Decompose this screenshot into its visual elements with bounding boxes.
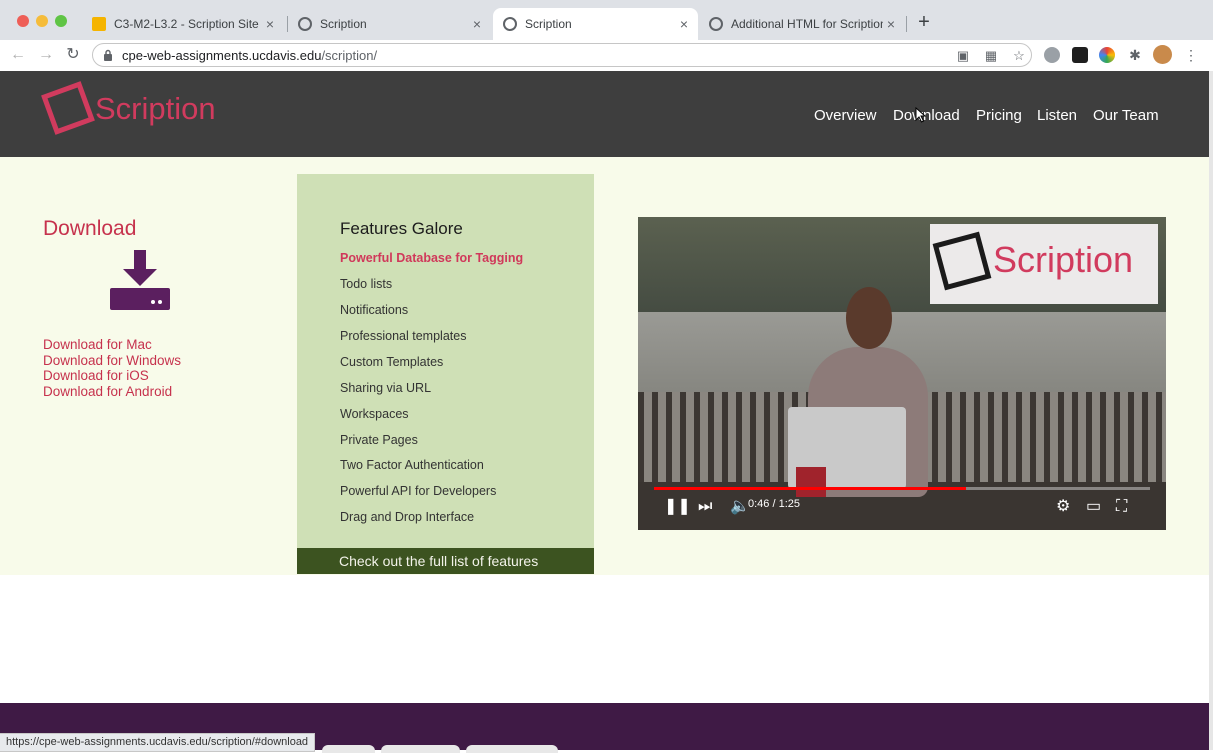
volume-icon[interactable]: 🔈 xyxy=(730,497,750,517)
menu-icon[interactable]: ⋮ xyxy=(1183,47,1199,63)
download-android-link[interactable]: Download for Android xyxy=(43,384,172,399)
close-icon[interactable]: × xyxy=(883,16,899,32)
color-picker-icon[interactable] xyxy=(1099,47,1115,63)
url-text: cpe-web-assignments.ucdavis.edu/scriptio… xyxy=(122,48,377,63)
url-host: cpe-web-assignments.ucdavis.edu xyxy=(122,48,322,63)
globe-icon xyxy=(709,17,723,31)
feature-item: Two Factor Authentication xyxy=(340,458,484,472)
qr-code-icon[interactable]: ▦ xyxy=(983,48,999,64)
tab-title: C3-M2-L3.2 - Scription Site - xyxy=(114,17,262,31)
notion-icon[interactable] xyxy=(1072,47,1088,63)
feature-item: Todo lists xyxy=(340,277,393,291)
close-window-button[interactable] xyxy=(17,15,29,27)
download-ios-link[interactable]: Download for iOS xyxy=(43,368,149,383)
features-title: Features Galore xyxy=(340,219,463,238)
browser-tab-bar: C3-M2-L3.2 - Scription Site - × Scriptio… xyxy=(0,0,1213,40)
extension-icon[interactable] xyxy=(1044,47,1060,63)
feature-item: Notifications xyxy=(340,303,409,317)
footer-tab[interactable] xyxy=(381,745,460,753)
nav-overview[interactable]: Overview xyxy=(814,107,877,124)
theater-mode-icon[interactable]: ▭ xyxy=(1086,497,1101,517)
minimize-window-button[interactable] xyxy=(36,15,48,27)
site-header: Scription Overview Download Pricing List… xyxy=(0,71,1209,158)
feature-item: Powerful API for Developers xyxy=(340,484,497,498)
back-button[interactable]: ← xyxy=(8,45,28,65)
feature-item: Custom Templates xyxy=(340,355,444,369)
feature-item: Powerful Database for Tagging xyxy=(340,251,524,265)
close-icon[interactable]: × xyxy=(262,16,278,32)
footer-tab[interactable] xyxy=(466,745,558,753)
next-icon[interactable]: ⏭ xyxy=(698,497,712,517)
status-bar-url: https://cpe-web-assignments.ucdavis.edu/… xyxy=(0,733,316,752)
close-icon[interactable]: × xyxy=(469,16,485,32)
browser-tab-4[interactable]: Additional HTML for Scription × xyxy=(699,8,905,40)
feature-item: Private Pages xyxy=(340,433,418,447)
forward-button[interactable]: → xyxy=(36,45,56,65)
browser-tab-2[interactable]: Scription × xyxy=(288,8,491,40)
cast-icon[interactable]: ▣ xyxy=(955,48,971,64)
tab-title: Additional HTML for Scription xyxy=(731,17,883,31)
video-cup xyxy=(796,467,826,497)
pause-icon[interactable]: ❚❚ xyxy=(664,497,691,517)
features-panel: Features Galore Powerful Database for Ta… xyxy=(297,174,594,574)
video-person-head xyxy=(846,287,892,349)
globe-icon xyxy=(503,17,517,31)
address-bar[interactable]: cpe-web-assignments.ucdavis.edu/scriptio… xyxy=(92,43,1032,67)
download-title: Download xyxy=(43,217,137,240)
fullscreen-icon[interactable]: ⛶ xyxy=(1116,497,1127,517)
features-cta-button[interactable]: Check out the full list of features xyxy=(297,548,594,574)
lock-icon xyxy=(104,49,112,61)
close-icon[interactable]: × xyxy=(676,16,692,32)
nav-pricing[interactable]: Pricing xyxy=(976,107,1022,124)
new-tab-button[interactable]: + xyxy=(914,12,934,32)
tab-title: Scription xyxy=(320,17,367,31)
video-logo-text: Scription xyxy=(993,239,1134,280)
download-mac-link[interactable]: Download for Mac xyxy=(43,337,152,352)
puzzle-icon[interactable]: ✱ xyxy=(1127,47,1143,63)
tab-separator xyxy=(906,16,907,32)
url-path: /scription/ xyxy=(321,48,378,63)
reload-button[interactable]: ↻ xyxy=(63,45,83,65)
browser-tab-3[interactable]: Scription × xyxy=(493,8,698,40)
video-player[interactable]: Scription ❚❚ ⏭ 🔈 0:46 / 1:25 ⚙ ▭ ⛶ xyxy=(638,217,1166,530)
avatar[interactable] xyxy=(1153,45,1172,64)
maximize-window-button[interactable] xyxy=(55,15,67,27)
feature-item: Professional templates xyxy=(340,329,467,343)
slides-icon xyxy=(92,17,106,31)
tab-title: Scription xyxy=(525,17,572,31)
site-logo[interactable]: Scription xyxy=(95,91,216,127)
video-time: 0:46 / 1:25 xyxy=(748,498,800,510)
browser-toolbar: ← → ↻ cpe-web-assignments.ucdavis.edu/sc… xyxy=(0,40,1213,72)
footer-tab[interactable] xyxy=(322,745,375,753)
feature-item: Sharing via URL xyxy=(340,381,432,395)
bookmark-star-icon[interactable]: ☆ xyxy=(1011,48,1027,64)
nav-our-team[interactable]: Our Team xyxy=(1093,107,1159,124)
nav-listen[interactable]: Listen xyxy=(1037,107,1077,124)
window-edge xyxy=(1209,71,1213,750)
feature-item: Drag and Drop Interface xyxy=(340,510,475,524)
video-progress-fill xyxy=(654,487,967,490)
cursor-icon xyxy=(915,107,927,123)
download-windows-link[interactable]: Download for Windows xyxy=(43,353,181,368)
browser-tab-1[interactable]: C3-M2-L3.2 - Scription Site - × xyxy=(82,8,284,40)
download-icon xyxy=(110,250,170,310)
feature-item: Workspaces xyxy=(340,407,409,421)
video-progress-bar[interactable] xyxy=(654,487,1150,490)
settings-gear-icon[interactable]: ⚙ xyxy=(1056,497,1070,517)
logo-mark-icon[interactable] xyxy=(41,81,95,135)
globe-icon xyxy=(298,17,312,31)
